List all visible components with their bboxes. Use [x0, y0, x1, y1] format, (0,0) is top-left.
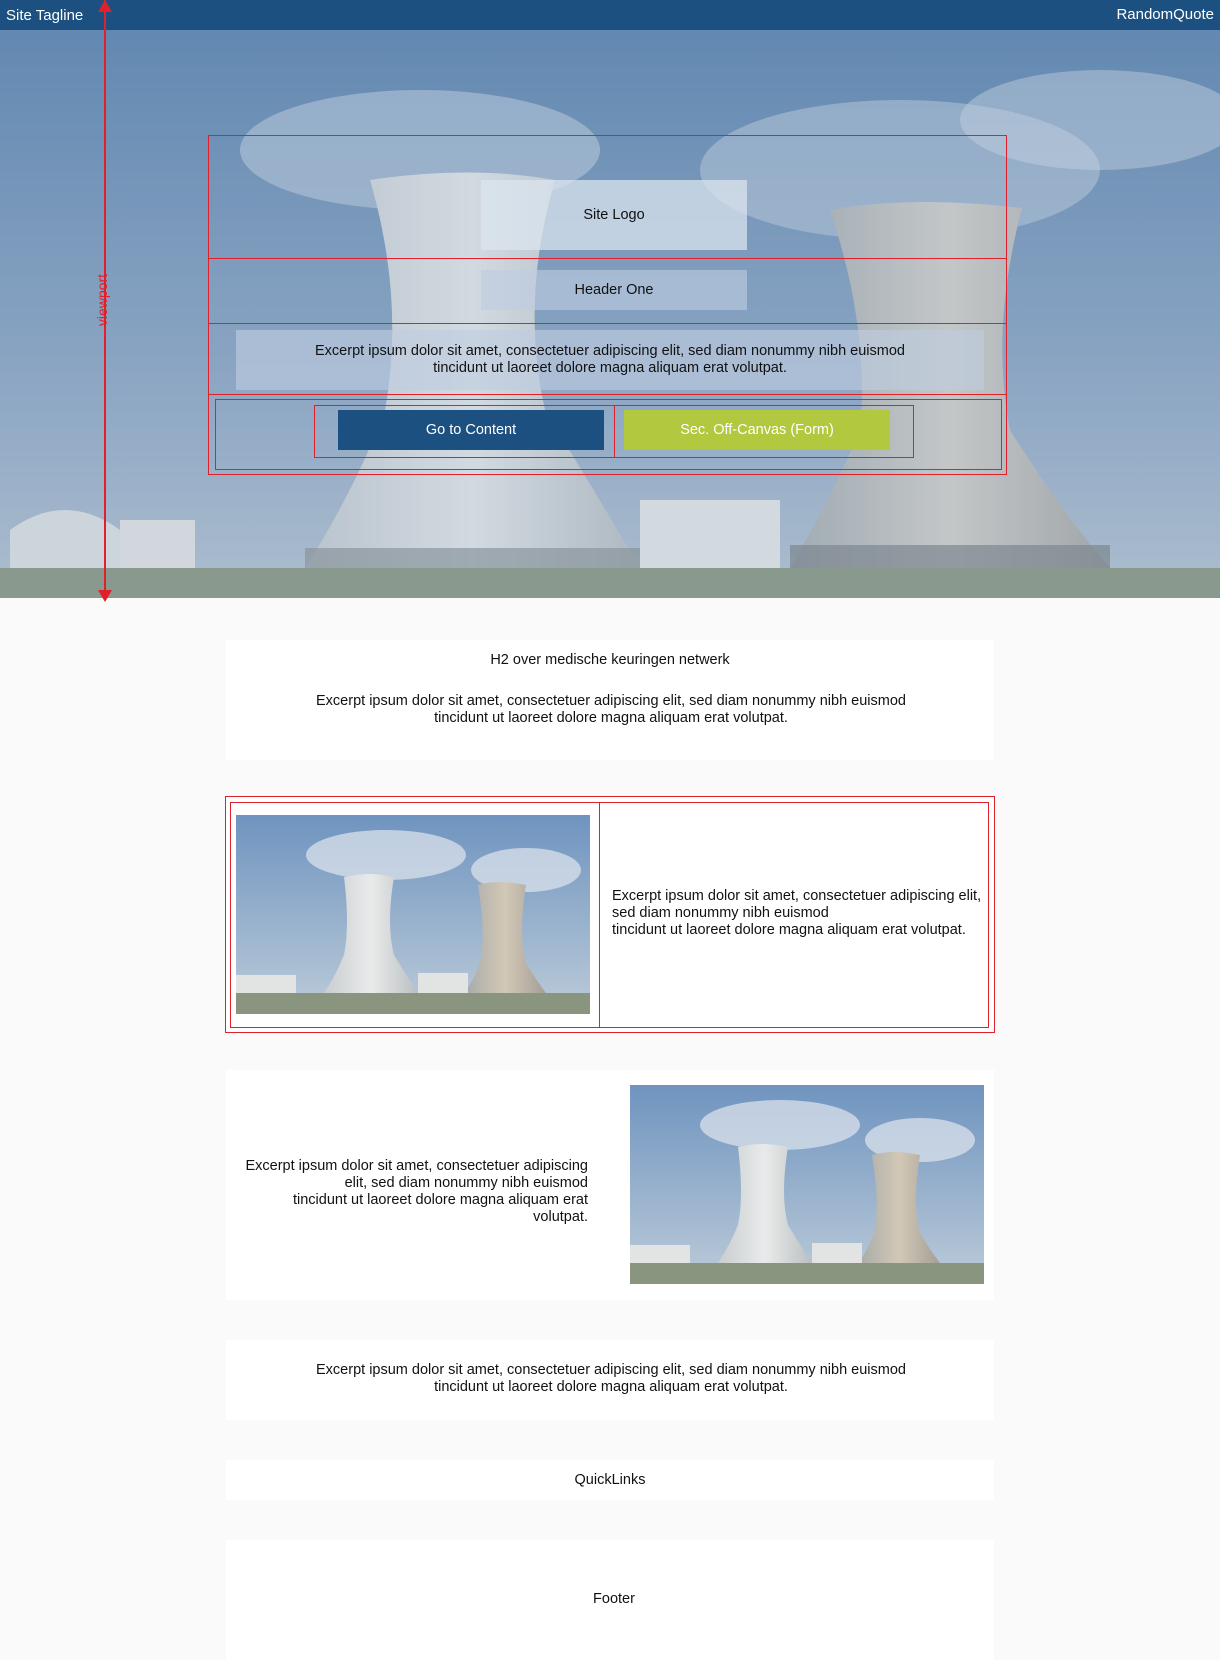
off-canvas-form-button[interactable]: Sec. Off-Canvas (Form): [624, 410, 890, 450]
viewport-label: viewport: [94, 273, 110, 327]
intro-section: H2 over medische keuringen netwerk Excer…: [226, 640, 994, 760]
hero-divider-3: [208, 394, 1007, 395]
viewport-arrow-down-icon: [98, 590, 112, 602]
go-to-content-button[interactable]: Go to Content: [338, 410, 604, 450]
feature-text-right-line2: tincidunt ut laoreet dolore magna aliqua…: [612, 922, 966, 938]
intro-excerpt: Excerpt ipsum dolor sit amet, consectetu…: [316, 693, 906, 726]
off-canvas-form-label: Sec. Off-Canvas (Form): [680, 422, 834, 438]
cooling-towers-image: [236, 815, 590, 1014]
cooling-towers-image-2: [630, 1085, 984, 1284]
feature-image-left: [236, 815, 590, 1014]
random-quote: RandomQuote: [1116, 6, 1214, 23]
feature-text-left-line2: tincidunt ut laoreet dolore magna aliqua…: [292, 1192, 588, 1225]
top-bar: Site Tagline RandomQuote: [0, 0, 1220, 30]
feature-text-left: Excerpt ipsum dolor sit amet, consectetu…: [236, 1158, 588, 1226]
site-logo-label: Site Logo: [583, 206, 645, 223]
site-logo[interactable]: Site Logo: [481, 180, 747, 250]
quicklinks-section[interactable]: QuickLinks: [226, 1460, 994, 1500]
text-block-section: Excerpt ipsum dolor sit amet, consectetu…: [226, 1340, 994, 1420]
hero-excerpt-text: Excerpt ipsum dolor sit amet, consectetu…: [315, 343, 905, 376]
header-one: Header One: [481, 270, 747, 310]
feature-image-right: [630, 1085, 984, 1284]
site-tagline: Site Tagline: [6, 7, 84, 24]
intro-heading: H2 over medische keuringen netwerk: [490, 652, 730, 668]
viewport-arrow-up-icon: [98, 0, 112, 12]
go-to-content-label: Go to Content: [425, 422, 517, 438]
footer-label: Footer: [593, 1591, 635, 1607]
hero-divider-1: [208, 258, 1007, 259]
hero-excerpt: Excerpt ipsum dolor sit amet, consectetu…: [236, 330, 984, 390]
feature-text-left-line1: Excerpt ipsum dolor sit amet, consectetu…: [245, 1158, 588, 1191]
cta-group-divider: [614, 405, 615, 458]
text-block-excerpt: Excerpt ipsum dolor sit amet, consectetu…: [316, 1362, 906, 1395]
header-one-label: Header One: [574, 281, 654, 298]
feature-text-right-line1: Excerpt ipsum dolor sit amet, consectetu…: [612, 888, 982, 921]
quicklinks-label: QuickLinks: [574, 1472, 646, 1488]
hero-divider-2: [208, 323, 1007, 324]
footer: Footer: [226, 1540, 994, 1660]
feature-row-divider: [599, 802, 600, 1028]
feature-text-right: Excerpt ipsum dolor sit amet, consectetu…: [612, 888, 982, 939]
